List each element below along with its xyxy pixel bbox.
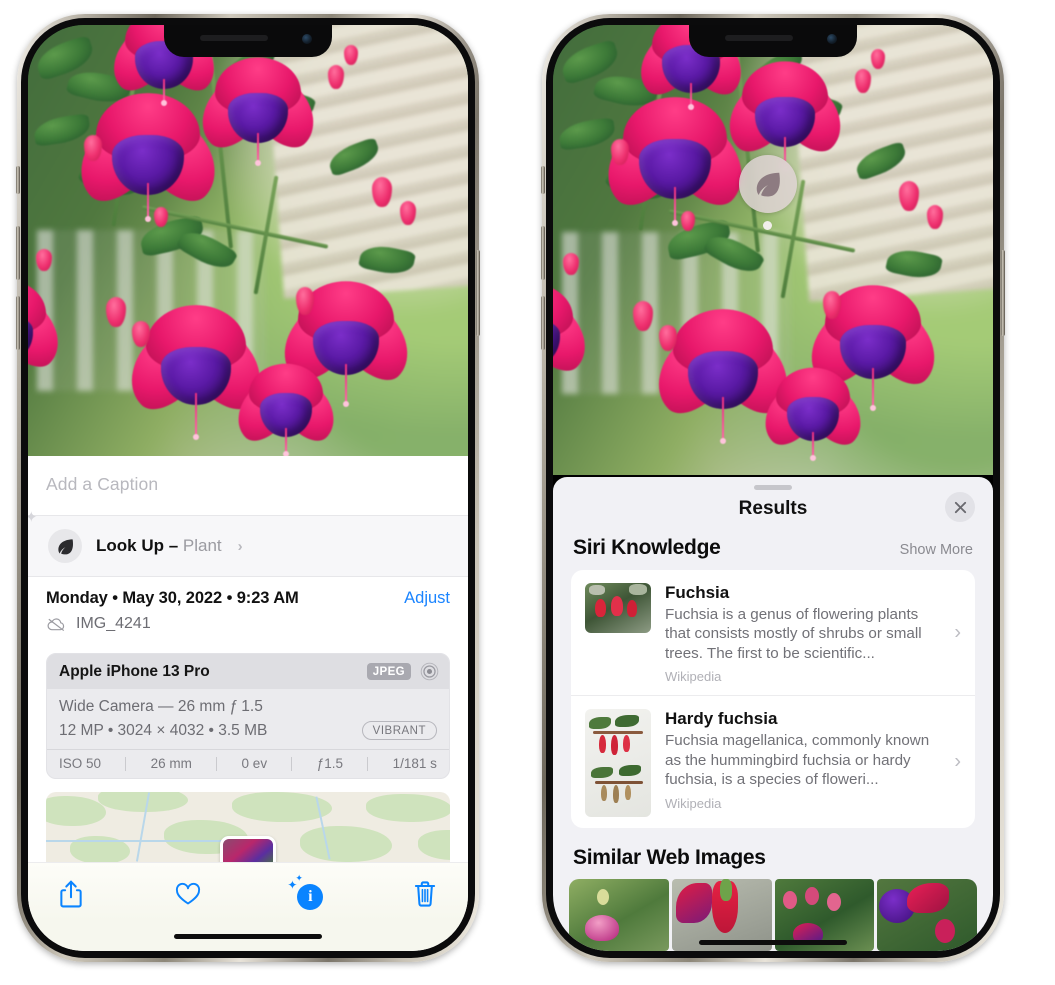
resolution-info: 12 MP • 3024 × 4032 • 3.5 MB [59, 721, 268, 739]
home-indicator[interactable] [28, 921, 468, 951]
photo-view[interactable] [28, 25, 468, 471]
close-icon [954, 501, 966, 513]
volume-down-button[interactable] [541, 296, 545, 350]
format-badge: JPEG [366, 663, 411, 680]
list-item[interactable]: Fuchsia Fuchsia is a genus of flowering … [571, 570, 975, 695]
earpiece-speaker [725, 35, 793, 41]
leaf-icon [48, 529, 82, 563]
look-up-label: Look Up – Plant [96, 536, 222, 555]
notch [689, 25, 857, 57]
chevron-right-icon: › [954, 621, 961, 644]
divider [291, 756, 293, 771]
result-title: Hardy fuchsia [665, 709, 778, 729]
filename-row: IMG_4241 [46, 615, 450, 633]
result-source: Wikipedia [665, 669, 722, 685]
exif-settings-row: ISO 50 26 mm 0 ev ƒ1.5 1/181 s [47, 749, 449, 778]
metadata-block: Monday • May 30, 2022 • 9:23 AM Adjust I… [28, 576, 468, 641]
camera-model: Apple iPhone 13 Pro [59, 662, 210, 680]
volume-up-button[interactable] [541, 226, 545, 280]
divider [367, 756, 369, 771]
front-camera [302, 34, 312, 44]
chevron-right-icon: › [954, 750, 961, 773]
result-description: Fuchsia magellanica, commonly known as t… [665, 732, 930, 789]
earpiece-speaker [200, 35, 268, 41]
close-button[interactable] [945, 492, 975, 522]
front-camera [827, 34, 837, 44]
favorite-button[interactable] [171, 877, 205, 911]
siri-knowledge-card: Fuchsia Fuchsia is a genus of flowering … [571, 570, 975, 828]
similar-web-images-header: Similar Web Images [553, 828, 993, 879]
trash-icon [414, 881, 436, 907]
caption-input[interactable]: Add a Caption [28, 456, 468, 515]
screenshot-stage: Add a Caption ✦ ✦ Look Up – Plant › Mond… [0, 0, 1055, 985]
share-button[interactable] [54, 877, 88, 911]
results-sheet: Results Siri Knowledge Show More Fuchsia… [553, 477, 993, 951]
right-phone: Results Siri Knowledge Show More Fuchsia… [541, 14, 1005, 962]
home-indicator[interactable] [553, 940, 993, 945]
notch [164, 25, 332, 57]
exif-exposure: 0 ev [241, 756, 268, 771]
result-description: Fuchsia is a genus of flowering plants t… [665, 606, 922, 662]
result-source: Wikipedia [665, 795, 722, 811]
divider [125, 756, 127, 771]
section-title-siri: Siri Knowledge [573, 536, 721, 559]
silent-switch[interactable] [16, 166, 20, 194]
exif-focal: 26 mm [150, 756, 192, 771]
power-button[interactable] [1001, 250, 1005, 336]
map-photo-pin [220, 836, 276, 862]
badge-pointer-dot [763, 221, 772, 230]
photo-date: Monday • May 30, 2022 • 9:23 AM [46, 589, 299, 607]
chevron-right-icon: › [237, 537, 243, 555]
section-title-web: Similar Web Images [573, 846, 766, 869]
volume-up-button[interactable] [16, 226, 20, 280]
look-up-row[interactable]: ✦ ✦ Look Up – Plant › [28, 510, 468, 576]
power-button[interactable] [476, 250, 480, 336]
delete-button[interactable] [408, 877, 442, 911]
exif-body: Wide Camera — 26 mm ƒ 1.5 12 MP • 3024 ×… [47, 689, 449, 749]
photographic-style-badge: VIBRANT [361, 721, 437, 740]
divider [216, 756, 218, 771]
photo-toolbar: ✦ ✦ i [28, 862, 468, 921]
adjust-button[interactable]: Adjust [404, 589, 450, 608]
exif-shutter: 1/181 s [392, 756, 437, 771]
show-more-button[interactable]: Show More [900, 542, 973, 558]
filename-label: IMG_4241 [76, 615, 151, 632]
leaf-icon [756, 172, 780, 197]
info-glyph: i [297, 884, 324, 910]
share-icon [60, 880, 82, 908]
result-title: Fuchsia [665, 583, 730, 602]
exif-iso: ISO 50 [59, 756, 102, 771]
silent-switch[interactable] [541, 166, 545, 194]
sheet-title: Results [738, 498, 808, 519]
heart-icon [175, 882, 200, 905]
volume-down-button[interactable] [16, 296, 20, 350]
info-button[interactable]: ✦ ✦ i [287, 873, 325, 911]
lens-info: Wide Camera — 26 mm ƒ 1.5 [59, 698, 263, 715]
left-screen: Add a Caption ✦ ✦ Look Up – Plant › Mond… [28, 25, 468, 951]
result-thumbnail [585, 709, 651, 818]
right-screen: Results Siri Knowledge Show More Fuchsia… [553, 25, 993, 951]
photo-view[interactable] [553, 25, 993, 475]
photo-info-sheet: Add a Caption ✦ ✦ Look Up – Plant › Mond… [28, 456, 468, 951]
exif-card[interactable]: Apple iPhone 13 Pro JPEG Wide Camera — 2… [46, 653, 450, 779]
list-item[interactable]: Hardy fuchsia Fuchsia magellanica, commo… [571, 695, 975, 828]
exif-header: Apple iPhone 13 Pro JPEG [47, 654, 449, 689]
sparkle-icon-small: ✦ [295, 873, 303, 883]
left-phone: Add a Caption ✦ ✦ Look Up – Plant › Mond… [16, 14, 480, 962]
visual-lookup-badge[interactable] [739, 155, 797, 213]
siri-knowledge-header: Siri Knowledge Show More [553, 536, 993, 570]
cloud-slash-icon [47, 617, 65, 631]
sheet-header: Results [553, 490, 993, 536]
location-map[interactable] [46, 792, 450, 862]
result-thumbnail [585, 583, 651, 633]
look-up-subject: Plant [182, 536, 222, 555]
hdr-ring-icon [420, 662, 439, 681]
exif-aperture: ƒ1.5 [316, 756, 343, 771]
sheet-grabber[interactable] [553, 477, 993, 490]
sparkle-icon: ✦ [28, 509, 38, 526]
